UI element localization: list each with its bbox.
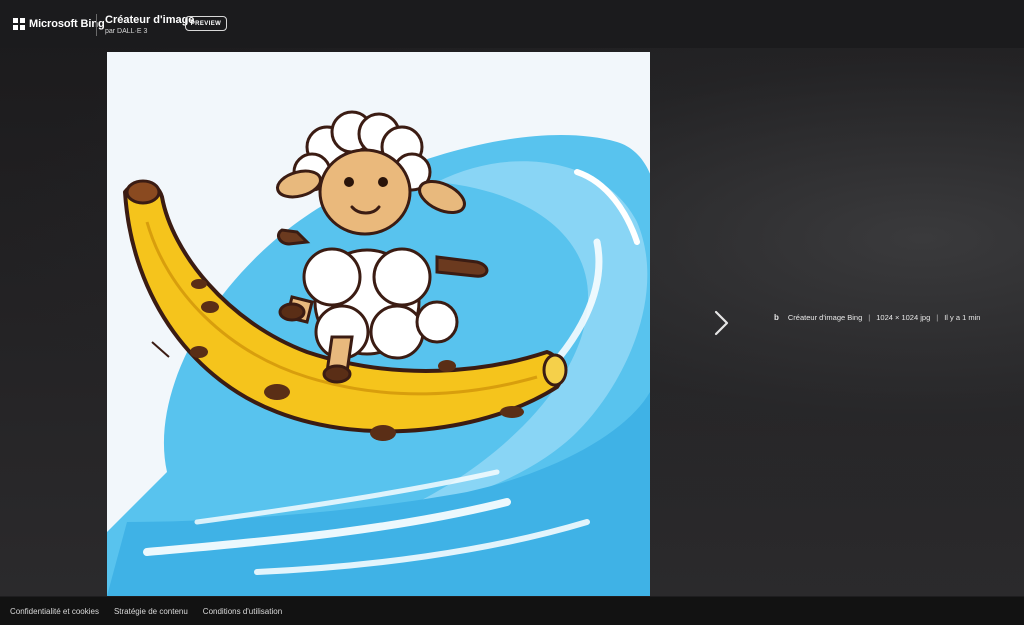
bing-icon: b [774, 313, 779, 322]
image-source[interactable]: Créateur d'image Bing [788, 313, 862, 322]
microsoft-logo-icon[interactable] [13, 18, 25, 30]
page-subtitle: par DALL·E 3 [105, 28, 148, 35]
preview-button[interactable]: PREVIEW [185, 16, 227, 31]
chevron-right-icon[interactable] [707, 308, 735, 338]
footer-link-content-policy[interactable]: Stratégie de contenu [114, 607, 188, 616]
banana-sheep-illustration [107, 52, 650, 596]
meta-separator: | [936, 313, 939, 322]
footer: Confidentialité et cookies Stratégie de … [0, 597, 1024, 625]
brand-name[interactable]: Microsoft Bing [29, 18, 105, 30]
generated-image[interactable] [107, 52, 650, 596]
image-metadata: b Créateur d'image Bing | 1024 × 1024 jp… [774, 313, 980, 322]
footer-link-privacy[interactable]: Confidentialité et cookies [10, 607, 99, 616]
image-time: Il y a 1 min [944, 313, 981, 322]
footer-link-terms[interactable]: Conditions d'utilisation [203, 607, 282, 616]
meta-separator: | [868, 313, 871, 322]
header-divider [96, 14, 97, 36]
page-title[interactable]: Créateur d'image [105, 14, 194, 26]
image-size: 1024 × 1024 jpg [876, 313, 931, 322]
top-bar: Microsoft Bing Créateur d'image par DALL… [0, 0, 1024, 48]
